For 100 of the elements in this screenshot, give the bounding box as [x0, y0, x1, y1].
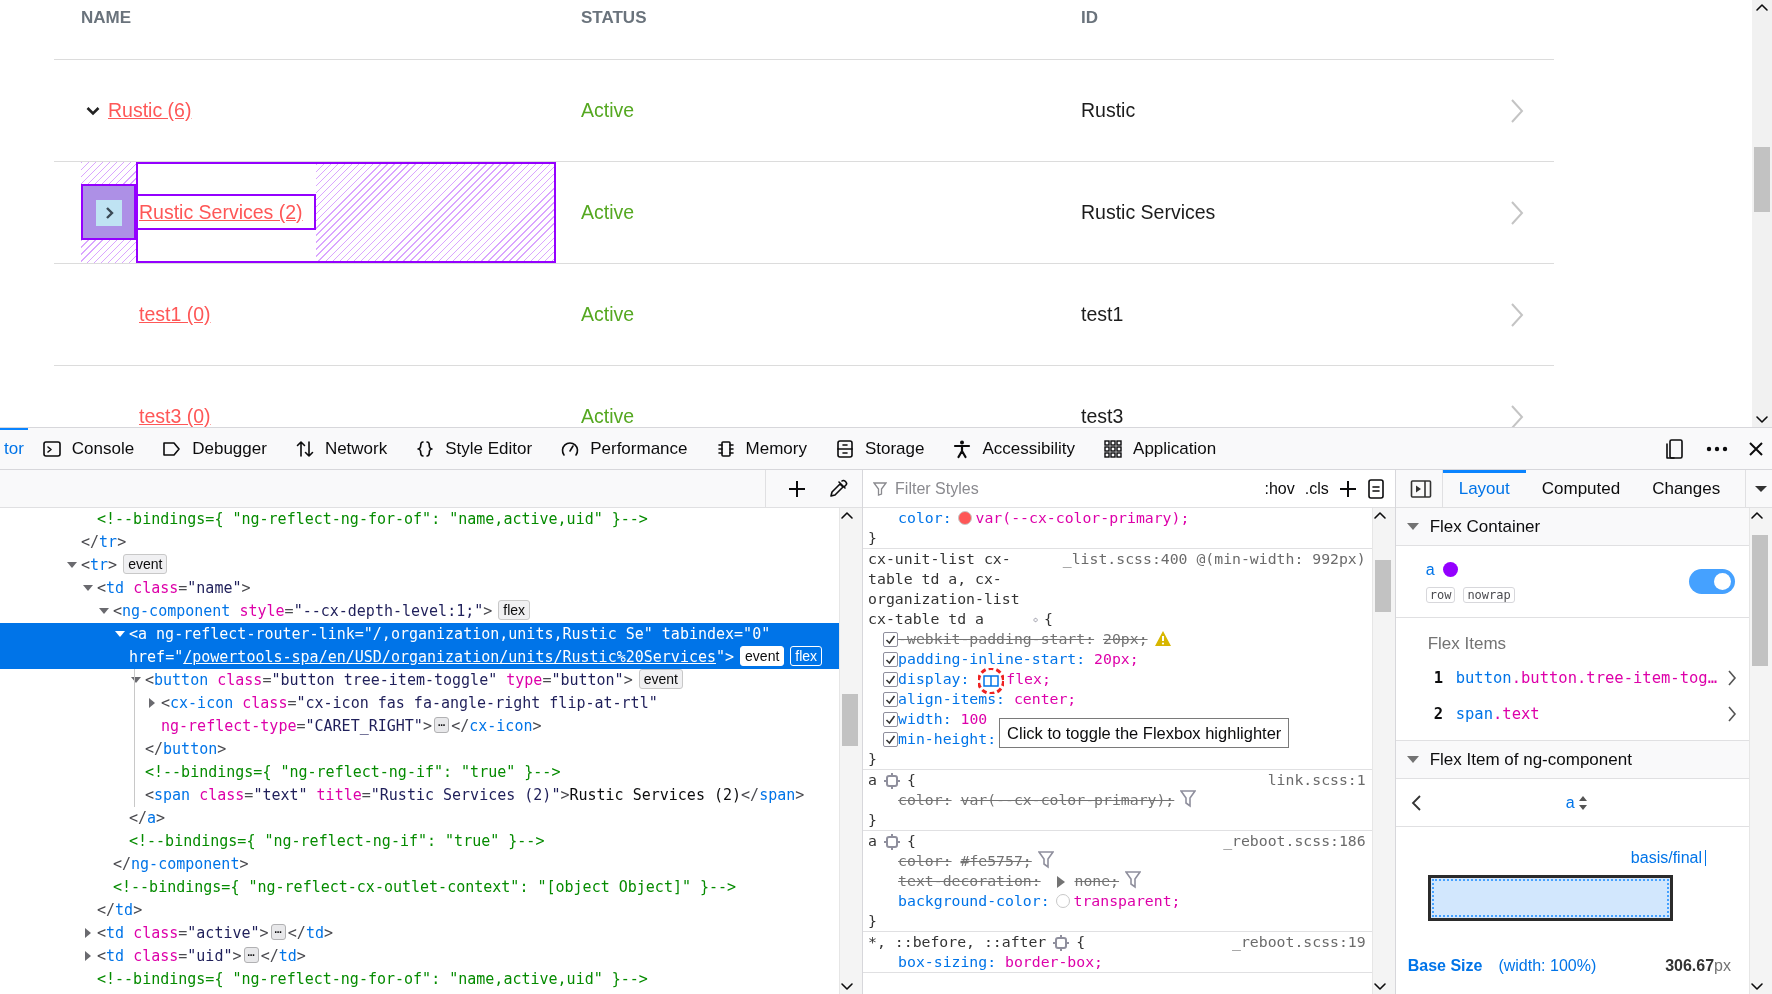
markup-row[interactable]: <button class="button tree-item-toggle" type="button"> event: [0, 669, 840, 692]
scroll-down-icon[interactable]: [1755, 415, 1769, 425]
markup-row[interactable]: <cx-icon class="cx-icon fas fa-angle-right flip-at-rtl" ng-reflect-type="CARET_RIGHT"> ⋯ </cx-icon>: [0, 692, 840, 738]
markup-row[interactable]: </tr>: [0, 531, 840, 554]
highlighter-toggle[interactable]: [1689, 569, 1735, 594]
devtools-tab[interactable]: Style Editor: [401, 428, 547, 469]
sidebar-tab[interactable]: Layout: [1442, 470, 1526, 507]
checkbox[interactable]: [883, 732, 899, 747]
collapsed-content-badge[interactable]: ⋯: [243, 947, 259, 963]
sort-arrows-icon[interactable]: [1577, 794, 1588, 811]
scrollbar-thumb[interactable]: [1374, 560, 1391, 612]
scroll-down-icon[interactable]: [1372, 982, 1387, 992]
markup-row[interactable]: <!--bindings={ "ng-reflect-ng-if": "true" }-->: [0, 830, 840, 853]
markup-row[interactable]: <!--bindings={ "ng-reflect-ng-for-of": "name,active,uid" }-->: [0, 968, 840, 991]
color-swatch[interactable]: [1055, 894, 1070, 908]
twisty-icon[interactable]: [1405, 754, 1420, 765]
filter-icon[interactable]: [1037, 851, 1054, 869]
document-icon[interactable]: [1366, 478, 1385, 499]
scroll-up-icon[interactable]: [840, 510, 855, 520]
color-swatch[interactable]: [957, 511, 972, 525]
highlighter-color-dot[interactable]: [1442, 562, 1458, 577]
checkbox[interactable]: [883, 652, 899, 667]
expand-arrow-icon[interactable]: [1055, 875, 1066, 889]
scrollbar-thumb[interactable]: [1752, 535, 1768, 666]
plus-icon[interactable]: [1338, 479, 1357, 498]
markup-row[interactable]: <!--bindings={ "ng-reflect-ng-if": "true" }-->: [0, 761, 840, 784]
markup-row[interactable]: <span class="text" title="Rustic Services (2)">Rustic Services (2)</span>: [0, 784, 840, 807]
node-badge[interactable]: event: [740, 646, 785, 666]
markup-row[interactable]: <!--bindings={ "ng-reflect-ng-for-of": "name,active,uid" }-->: [0, 508, 840, 531]
plus-icon[interactable]: [788, 479, 807, 498]
dropdown-arrow-icon[interactable]: [1754, 484, 1768, 493]
element-selector[interactable]: a: [1565, 793, 1575, 812]
filter-icon[interactable]: [1125, 871, 1142, 889]
section-header[interactable]: Flex Container: [1395, 508, 1749, 546]
source-link[interactable]: link.scss:1: [1267, 770, 1366, 790]
filter-icon[interactable]: [1180, 790, 1197, 808]
flex-item-row[interactable]: 2 span.text: [1395, 696, 1749, 732]
source-link[interactable]: _reboot.scss:186: [1223, 831, 1366, 851]
scrollbar-thumb[interactable]: [842, 694, 859, 746]
markup-code: <button: [145, 671, 209, 689]
markup-row[interactable]: <!--bindings={ "ng-reflect-cx-outlet-context": "[object Object]" }-->: [0, 876, 840, 899]
sidebar-tab[interactable]: Changes: [1636, 470, 1737, 507]
markup-row[interactable]: <tr> event: [0, 554, 840, 577]
checkbox[interactable]: [883, 632, 899, 647]
markup-row[interactable]: </ng-component>: [0, 853, 840, 876]
element-link[interactable]: a: [1425, 560, 1435, 579]
responsive-view-icon[interactable]: [1664, 437, 1686, 460]
close-icon[interactable]: [1748, 440, 1764, 457]
href-link[interactable]: /powertools-spa/en/USD/organization/units/Rustic%20Services: [183, 648, 716, 666]
markup-row[interactable]: </td>: [0, 899, 840, 922]
filter-styles-input[interactable]: Filter Styles: [895, 479, 1255, 498]
section-header[interactable]: Flex Item of ng-component: [1395, 741, 1749, 779]
devtools-tab[interactable]: tor: [0, 428, 28, 469]
node-badge[interactable]: event: [123, 554, 168, 574]
scrollbar-thumb[interactable]: [1754, 147, 1770, 212]
cls-toggle[interactable]: .cls: [1304, 479, 1329, 498]
twisty-icon[interactable]: [1405, 521, 1420, 532]
markup-row[interactable]: </button>: [0, 738, 840, 761]
scroll-up-icon[interactable]: [1750, 510, 1764, 520]
hov-toggle[interactable]: :hov: [1264, 479, 1295, 498]
devtools-tab[interactable]: Network: [280, 428, 402, 469]
markup-row[interactable]: <td class="uid"> ⋯ </td>: [0, 945, 840, 968]
scroll-up-icon[interactable]: [1755, 2, 1769, 12]
css-property: background-color:: [898, 892, 1050, 909]
devtools-tab[interactable]: Console: [27, 428, 149, 469]
source-link[interactable]: _reboot.scss:19: [1232, 932, 1366, 952]
checkbox[interactable]: [883, 712, 899, 727]
devtools-tab[interactable]: Storage: [820, 428, 939, 469]
flex-item-row[interactable]: 1 button.button.tree-item-tog…: [1395, 660, 1749, 696]
collapsed-content-badge[interactable]: ⋯: [270, 924, 286, 940]
devtools-tab[interactable]: Debugger: [148, 428, 281, 469]
node-badge[interactable]: flex: [790, 646, 823, 666]
devtools-tab[interactable]: Accessibility: [938, 428, 1090, 469]
css-property: box-sizing:: [898, 953, 997, 970]
markup-row[interactable]: <td class="name">: [0, 577, 840, 600]
devtools-tab[interactable]: Performance: [546, 428, 702, 469]
markup-row[interactable]: <td class="active"> ⋯ </td>: [0, 922, 840, 945]
markup-code: <ng-component: [113, 602, 231, 620]
node-badge[interactable]: event: [638, 669, 683, 689]
more-icon[interactable]: [1706, 444, 1728, 453]
markup-row[interactable]: <a ng-reflect-router-link="/,organization,units,Rustic Se" tabindex="0" href="/powertools-spa/en/USD/organization/units/Rustic%20Services"> event flex: [0, 623, 840, 669]
devtools-tab[interactable]: Application: [1089, 428, 1231, 469]
markup-row[interactable]: <ng-component style="--cx-depth-level:1;"> flex: [0, 600, 840, 623]
sidebar-tab[interactable]: Computed: [1525, 470, 1637, 507]
scroll-up-icon[interactable]: [1372, 510, 1387, 520]
scroll-down-icon[interactable]: [1750, 982, 1764, 992]
eyedropper-icon[interactable]: [828, 478, 849, 499]
checkbox[interactable]: [883, 692, 899, 707]
checkbox[interactable]: [883, 672, 899, 687]
flexbox-toggle-icon[interactable]: [978, 668, 1005, 694]
node-badge[interactable]: flex: [498, 600, 531, 620]
checkmark-icon: [885, 634, 897, 645]
collapsed-content-badge[interactable]: ⋯: [433, 717, 450, 733]
filter-styles-field[interactable]: Filter Styles: [873, 470, 1255, 507]
markup-row[interactable]: </a>: [0, 807, 840, 830]
scroll-down-icon[interactable]: [840, 982, 855, 992]
devtools-tab[interactable]: Memory: [701, 428, 821, 469]
sidebar-toggle-icon[interactable]: [1409, 478, 1432, 499]
source-link[interactable]: _list.scss:400 @(min-width: 992px): [1062, 549, 1366, 569]
css-value: none;: [1074, 872, 1120, 889]
